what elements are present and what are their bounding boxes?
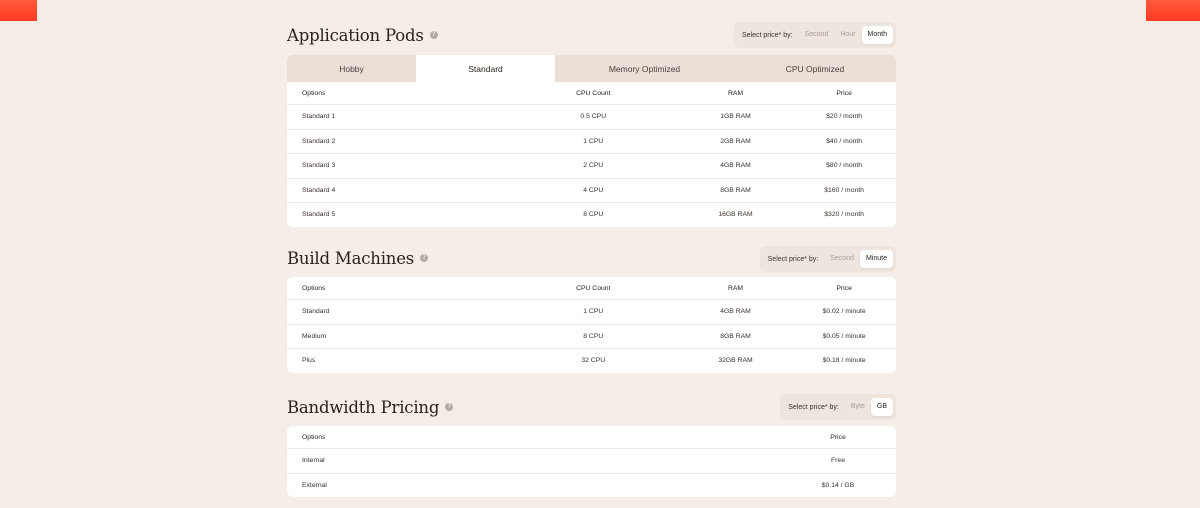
tab-standard[interactable]: Standard: [416, 55, 555, 83]
accent-corner-left: [0, 0, 37, 21]
row-option: Medium: [302, 332, 327, 340]
section-header: Bandwidth Pricing? Select price* by: Byt…: [287, 394, 896, 424]
row-option: External: [302, 481, 327, 489]
row-price: $160 / month: [824, 186, 864, 194]
accent-corner-right: [1146, 0, 1200, 21]
column-header-options: Options: [302, 284, 326, 292]
row-option: Standard 1: [302, 113, 336, 121]
row-ram: 32GB RAM: [718, 357, 753, 365]
column-header-price: Price: [830, 433, 846, 441]
table-header-row: Options Price: [287, 426, 896, 448]
row-ram: 8GB RAM: [720, 332, 751, 340]
price-unit-selector: Select price* by: Second Hour Month: [734, 22, 896, 48]
table-header-row: Options CPU Count RAM Price: [287, 277, 896, 299]
row-ram: 4GB RAM: [720, 308, 751, 316]
pods-table-body: Options CPU Count RAM Price Standard 1 0…: [287, 82, 896, 227]
row-price: $320 / month: [824, 211, 864, 219]
selector-option-gb[interactable]: GB: [870, 398, 893, 416]
selector-option-minute[interactable]: Minute: [859, 250, 893, 268]
price-unit-selector: Select price* by: Second Minute: [759, 246, 896, 272]
column-header-price: Price: [836, 284, 852, 292]
help-circle-icon[interactable]: ?: [420, 253, 429, 262]
row-option: Standard 4: [302, 186, 336, 194]
selector-label: Select price* by:: [767, 255, 819, 263]
table-row: Internal Free: [287, 448, 896, 473]
section-header: Build Machines? Select price* by: Second…: [287, 246, 896, 275]
selector-option-byte[interactable]: Byte: [845, 398, 871, 416]
selector-option-hour[interactable]: Hour: [834, 26, 861, 44]
section-title: Bandwidth Pricing?: [287, 398, 454, 417]
row-ram: 4GB RAM: [720, 162, 751, 170]
selector-option-month[interactable]: Month: [861, 26, 893, 44]
row-price: $0.05 / minute: [822, 332, 866, 340]
table-row: Medium 8 CPU 8GB RAM $0.05 / minute: [287, 323, 896, 349]
column-header-options: Options: [302, 89, 326, 97]
column-header-options: Options: [302, 433, 326, 441]
section-title: Application Pods?: [287, 26, 438, 45]
column-header-ram: RAM: [727, 284, 744, 292]
bandwidth-table: Options Price Internal Free External $0.…: [287, 426, 896, 497]
row-option: Standard 2: [302, 137, 336, 145]
row-option: Standard: [302, 308, 330, 316]
row-ram: 2GB RAM: [720, 137, 751, 145]
selector-label: Select price* by:: [788, 403, 839, 411]
row-price: $0.18 / minute: [822, 357, 866, 365]
table-row: Standard 4 4 CPU 8GB RAM $160 / month: [287, 177, 896, 203]
tab-cpu-optimized[interactable]: CPU Optimized: [734, 55, 896, 83]
row-ram: 1GB RAM: [720, 113, 751, 121]
row-price: $80 / month: [826, 162, 863, 170]
section-title: Build Machines?: [287, 249, 429, 268]
row-price: $0.02 / minute: [822, 308, 866, 316]
table-header-row: Options CPU Count RAM Price: [287, 82, 896, 104]
bandwidth-pricing-section: Bandwidth Pricing? Select price* by: Byt…: [287, 394, 896, 497]
row-option: Standard 3: [302, 162, 336, 170]
column-header-price: Price: [836, 89, 852, 97]
selector-label: Select price* by:: [742, 31, 793, 39]
table-row: External $0.14 / GB: [287, 472, 896, 498]
help-circle-icon[interactable]: ?: [445, 402, 454, 411]
help-circle-icon[interactable]: ?: [429, 30, 438, 39]
pod-type-tabs: Hobby Standard Memory Optimized CPU Opti…: [287, 55, 896, 83]
row-price: $40 / month: [826, 137, 863, 145]
table-row: Standard 2 1 CPU 2GB RAM $40 / month: [287, 128, 896, 154]
row-option: Internal: [302, 457, 325, 465]
table-row: Plus 32 CPU 32GB RAM $0.18 / minute: [287, 348, 896, 373]
selector-option-second[interactable]: Second: [799, 26, 835, 44]
table-row: Standard 1 0.5 CPU 1GB RAM $20 / month: [287, 104, 896, 129]
build-machines-table: Options CPU Count RAM Price Standard 1 C…: [287, 277, 896, 373]
table-row: Standard 1 CPU 4GB RAM $0.02 / minute: [287, 299, 896, 324]
row-price: $20 / month: [826, 113, 863, 121]
row-option: Plus: [302, 357, 316, 365]
build-machines-section: Build Machines? Select price* by: Second…: [287, 246, 896, 373]
row-price: Free: [831, 457, 845, 465]
table-row: Standard 5 8 CPU 16GB RAM $320 / month: [287, 202, 896, 227]
price-unit-selector: Select price* by: Byte GB: [780, 394, 896, 420]
row-price: $0.14 / GB: [821, 481, 855, 489]
section-header: Application Pods? Select price* by: Seco…: [287, 22, 896, 52]
row-ram: 16GB RAM: [718, 211, 753, 219]
table-row: Standard 3 2 CPU 4GB RAM $80 / month: [287, 153, 896, 178]
row-ram: 8GB RAM: [720, 186, 751, 194]
column-header-ram: RAM: [727, 89, 744, 97]
application-pods-section: Application Pods? Select price* by: Seco…: [287, 22, 896, 83]
tab-memory-optimized[interactable]: Memory Optimized: [555, 55, 734, 83]
tab-hobby[interactable]: Hobby: [287, 55, 416, 83]
selector-option-second[interactable]: Second: [824, 250, 860, 268]
row-option: Standard 5: [302, 211, 336, 219]
